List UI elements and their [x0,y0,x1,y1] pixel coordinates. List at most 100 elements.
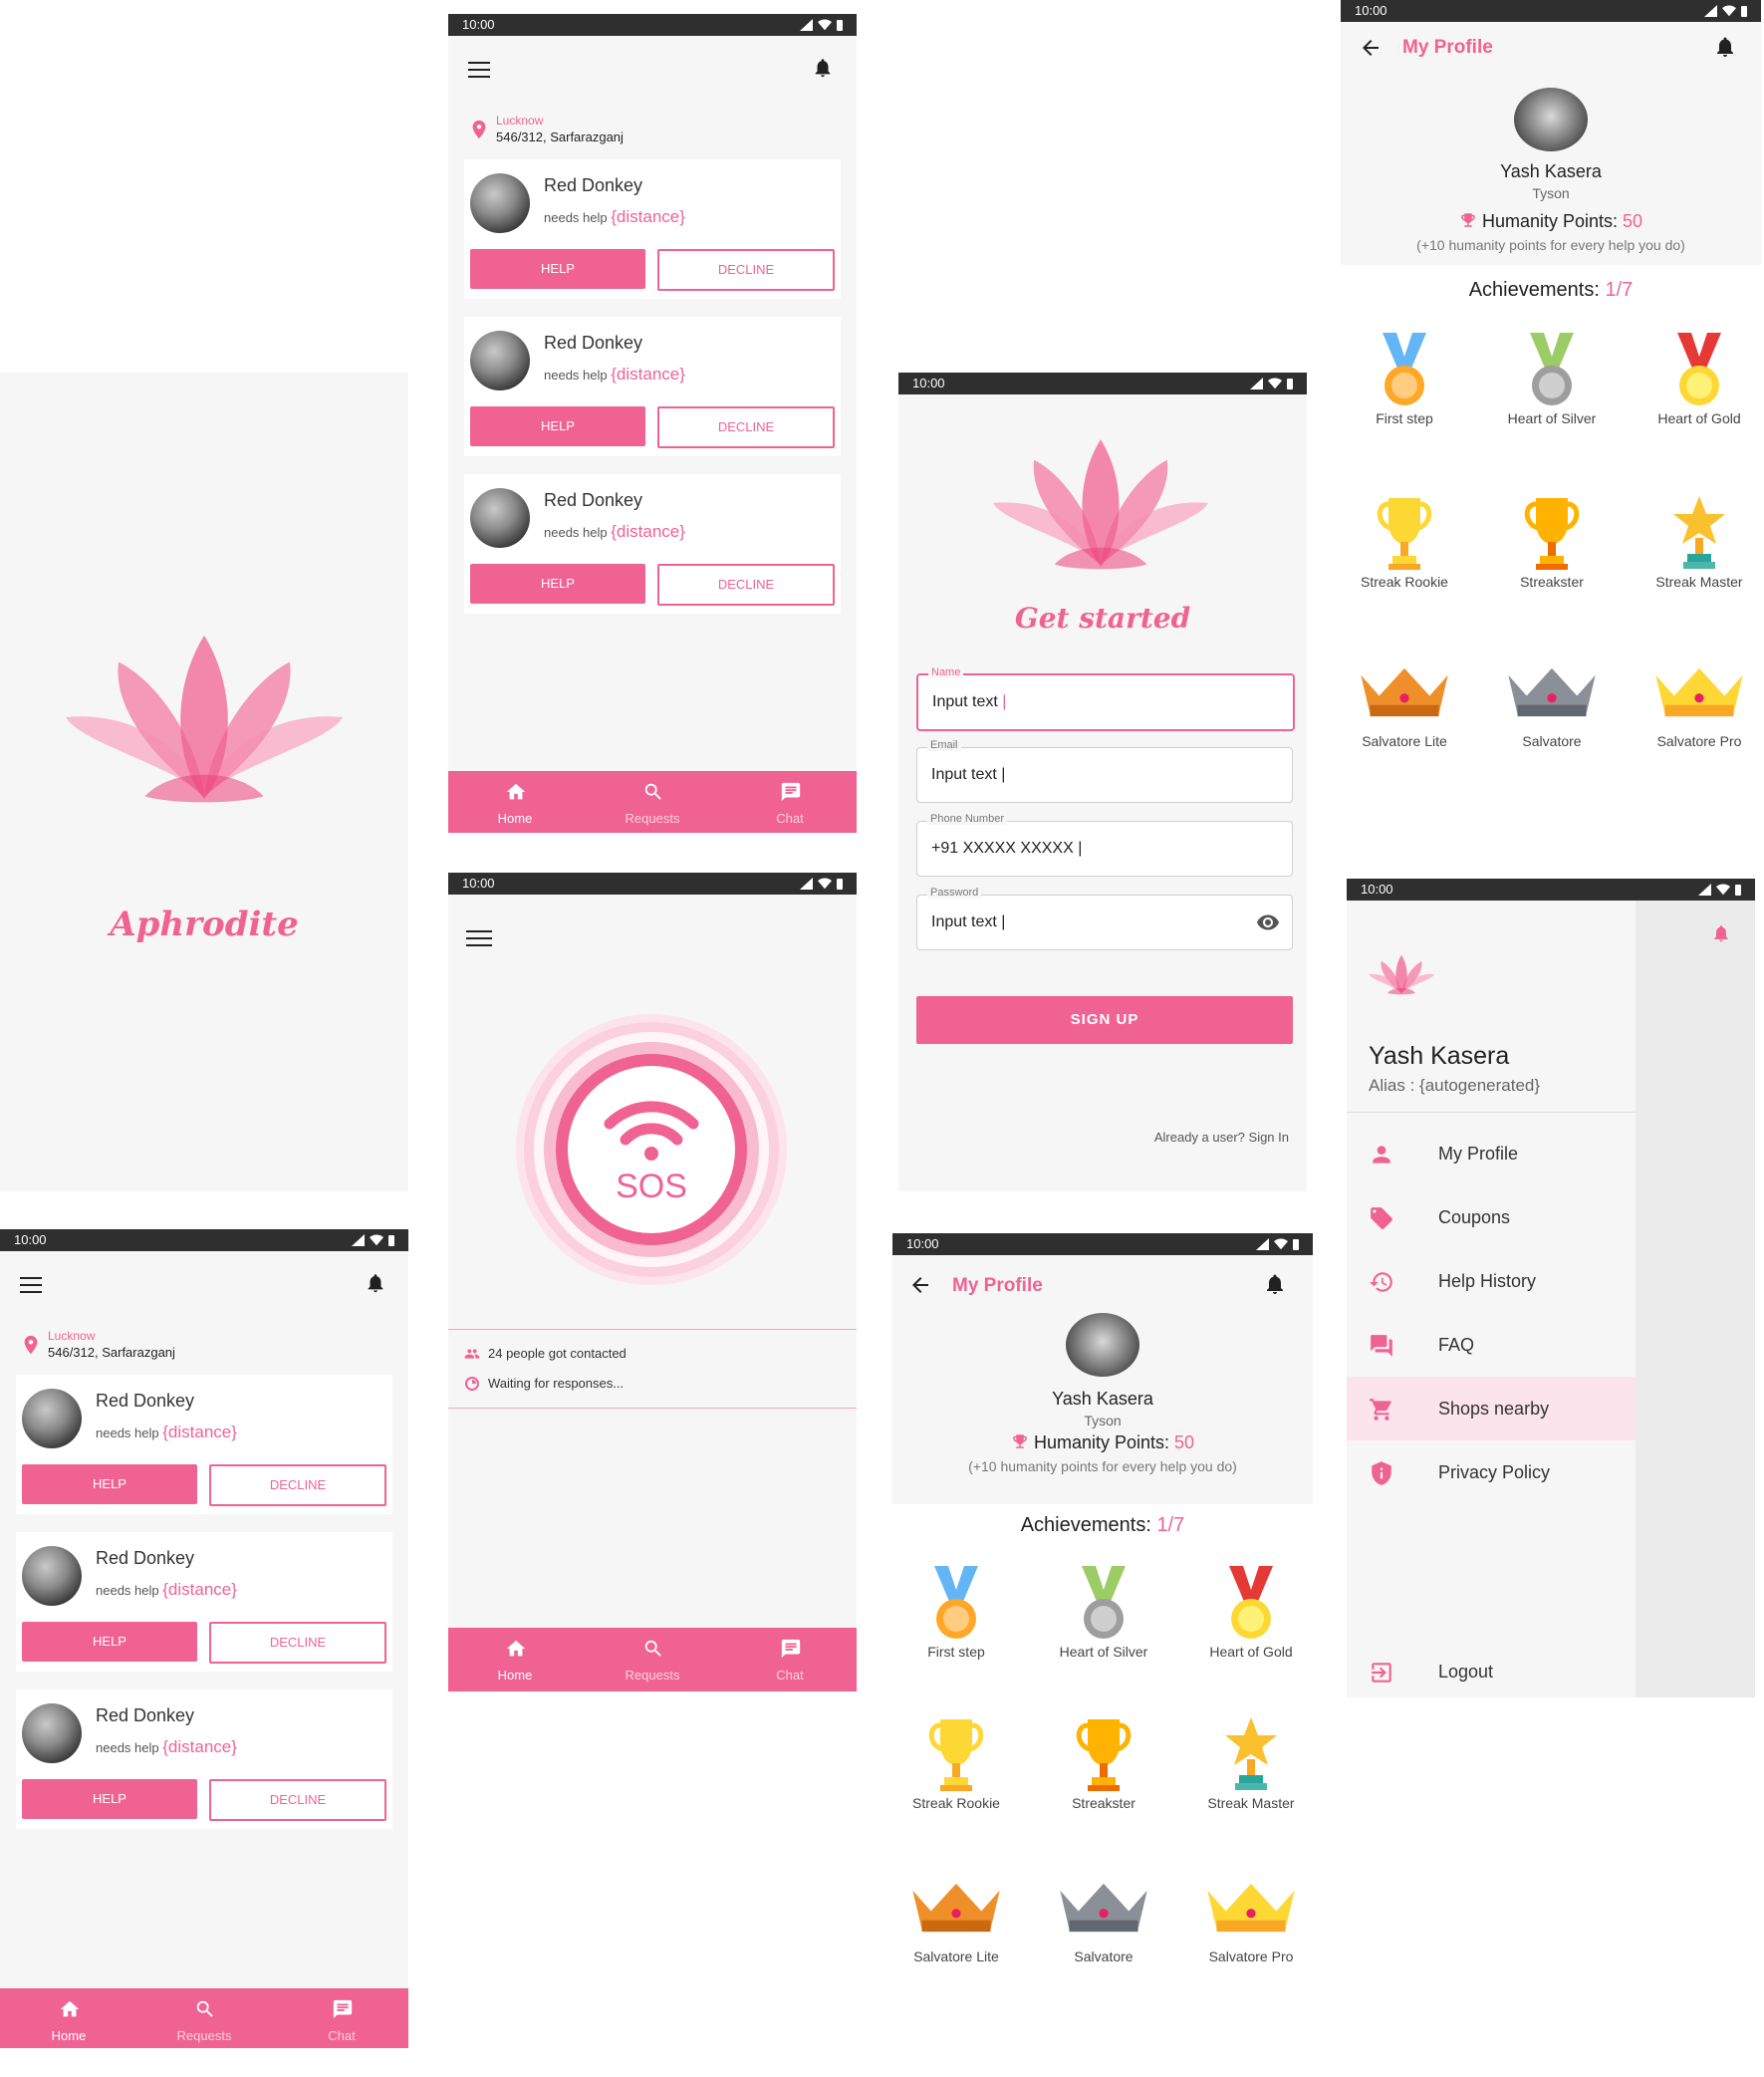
drawer-item-privacy-policy[interactable]: Privacy Policy [1347,1440,1636,1504]
avatar [470,331,530,390]
nav-home[interactable]: Home [470,771,560,833]
achievement-heart-of-silver[interactable]: Heart of Silver [1030,1564,1177,1660]
decline-button[interactable]: DECLINE [209,1622,386,1664]
profile-screen-a: 10:00 My Profile Yash Kasera Tyson Human… [1341,0,1761,839]
achievement-salvatore-lite[interactable]: Salvatore Lite [1341,663,1478,749]
menu-icon[interactable] [466,930,492,946]
drawer-item-my-profile[interactable]: My Profile [1347,1122,1636,1185]
nav-home[interactable]: Home [470,1628,560,1691]
achievement-salvatore[interactable]: Salvatore [1030,1879,1177,1964]
signal-icon [1256,1238,1269,1250]
achievement-heart-of-gold[interactable]: Heart of Gold [1177,1564,1313,1660]
achievement-streak-rookie[interactable]: Streak Rookie [1341,494,1478,590]
nav-requests[interactable]: Requests [608,771,697,833]
nav-home[interactable]: Home [24,1988,114,2048]
menu-icon[interactable] [20,1277,42,1293]
points-label: Humanity Points: [1033,1432,1170,1452]
back-arrow-icon[interactable] [1359,36,1383,60]
bottom-navigation: Home Requests Chat [448,771,857,833]
lotus-logo [66,636,343,807]
sos-button[interactable] [514,1012,789,1287]
profile-screen-b: 10:00 My Profile Yash Kasera Tyson Human… [892,1233,1313,2052]
bell-icon[interactable] [1713,34,1737,60]
orange-trophy-icon [1522,494,1582,574]
password-field[interactable]: Password Input text | [916,887,1293,950]
back-arrow-icon[interactable] [908,1273,932,1297]
achievements-panel: Achievements: 1/7 First step Heart of Si… [892,1504,1313,2052]
achievement-label: Salvatore [1074,1948,1134,1964]
email-field[interactable]: Email Input text | [916,739,1293,803]
drawer-item-coupons[interactable]: Coupons [1347,1185,1636,1249]
gold-medal-icon [1221,1564,1281,1644]
distance: {distance} [162,1423,237,1441]
help-button[interactable]: HELP [22,1779,197,1819]
avatar [1066,1313,1139,1377]
bell-icon[interactable] [1711,922,1731,944]
achievement-salvatore-pro[interactable]: Salvatore Pro [1626,663,1761,749]
eye-icon[interactable] [1256,910,1280,934]
decline-button[interactable]: DECLINE [657,406,835,448]
help-button[interactable]: HELP [470,564,645,604]
achievement-salvatore[interactable]: Salvatore [1478,663,1626,749]
name-field-value: Input text | [932,693,1007,710]
nav-requests[interactable]: Requests [159,1988,249,2048]
drawer-item-help-history[interactable]: Help History [1347,1249,1636,1313]
decline-button[interactable]: DECLINE [209,1464,386,1506]
bell-icon[interactable] [812,56,834,80]
sign-in-link[interactable]: Already a user? Sign In [1154,1130,1289,1145]
signal-icon [1704,5,1717,17]
drawer-item-shops-nearby[interactable]: Shops nearby [1347,1377,1636,1440]
nav-chat[interactable]: Chat [745,771,835,833]
decline-button[interactable]: DECLINE [657,564,835,606]
nav-requests-label: Requests [625,811,680,826]
bottom-navigation: Home Requests Chat [0,1988,408,2048]
help-button[interactable]: HELP [22,1622,197,1662]
achievement-label: Salvatore Lite [913,1948,999,1964]
chat-icon [780,781,802,803]
cart-icon [1369,1397,1394,1423]
achievement-salvatore-pro[interactable]: Salvatore Pro [1177,1879,1313,1964]
achievement-streak-rookie[interactable]: Streak Rookie [892,1715,1030,1811]
sign-up-button[interactable]: SIGN UP [916,996,1293,1044]
bell-icon[interactable] [365,1271,386,1295]
silver-crown-icon [1506,663,1598,721]
nav-chat[interactable]: Chat [297,1988,386,2048]
phone-field[interactable]: Phone Number +91 XXXXX XXXXX | [916,813,1293,877]
achievement-streakster[interactable]: Streakster [1478,494,1626,590]
achievement-heart-of-silver[interactable]: Heart of Silver [1478,331,1626,426]
menu-icon[interactable] [468,62,490,78]
signup-title: Get started [1014,602,1191,635]
needs-help-text: needs help {distance} [544,365,685,385]
decline-button[interactable]: DECLINE [209,1779,386,1821]
achievement-streak-master[interactable]: Streak Master [1177,1715,1313,1811]
wifi-icon [818,878,832,890]
decline-button[interactable]: DECLINE [657,249,835,291]
app-name: Aphrodite [110,905,299,944]
status-bar: 10:00 [448,873,857,895]
drawer-item-faq[interactable]: FAQ [1347,1313,1636,1377]
achievement-first-step[interactable]: First step [1341,331,1478,426]
help-button[interactable]: HELP [470,406,645,446]
achievement-first-step[interactable]: First step [892,1564,1030,1660]
drawer-item-logout[interactable]: Logout [1347,1640,1636,1697]
sos-status-panel: 24 people got contacted Waiting for resp… [448,1329,857,1409]
achievement-streakster[interactable]: Streakster [1030,1715,1177,1811]
needs-help-text: needs help {distance} [544,522,685,542]
achievement-salvatore-lite[interactable]: Salvatore Lite [892,1879,1030,1964]
help-button[interactable]: HELP [22,1464,197,1504]
password-value-text: Input text [931,913,997,930]
achievement-heart-of-gold[interactable]: Heart of Gold [1626,331,1761,426]
nav-chat[interactable]: Chat [745,1628,835,1691]
lotus-logo [993,438,1208,574]
email-value-text: Input text [931,766,997,783]
distance: {distance} [611,522,685,541]
name-field-label: Name [928,666,964,678]
nav-requests[interactable]: Requests [608,1628,697,1691]
help-button[interactable]: HELP [470,249,645,289]
achievement-streak-master[interactable]: Streak Master [1626,494,1761,590]
name-field[interactable]: Name Input text | [916,666,1295,731]
bell-icon[interactable] [1263,1271,1287,1297]
status-bar: 10:00 [0,1229,408,1251]
distance: {distance} [162,1580,237,1599]
avatar [1514,88,1588,151]
